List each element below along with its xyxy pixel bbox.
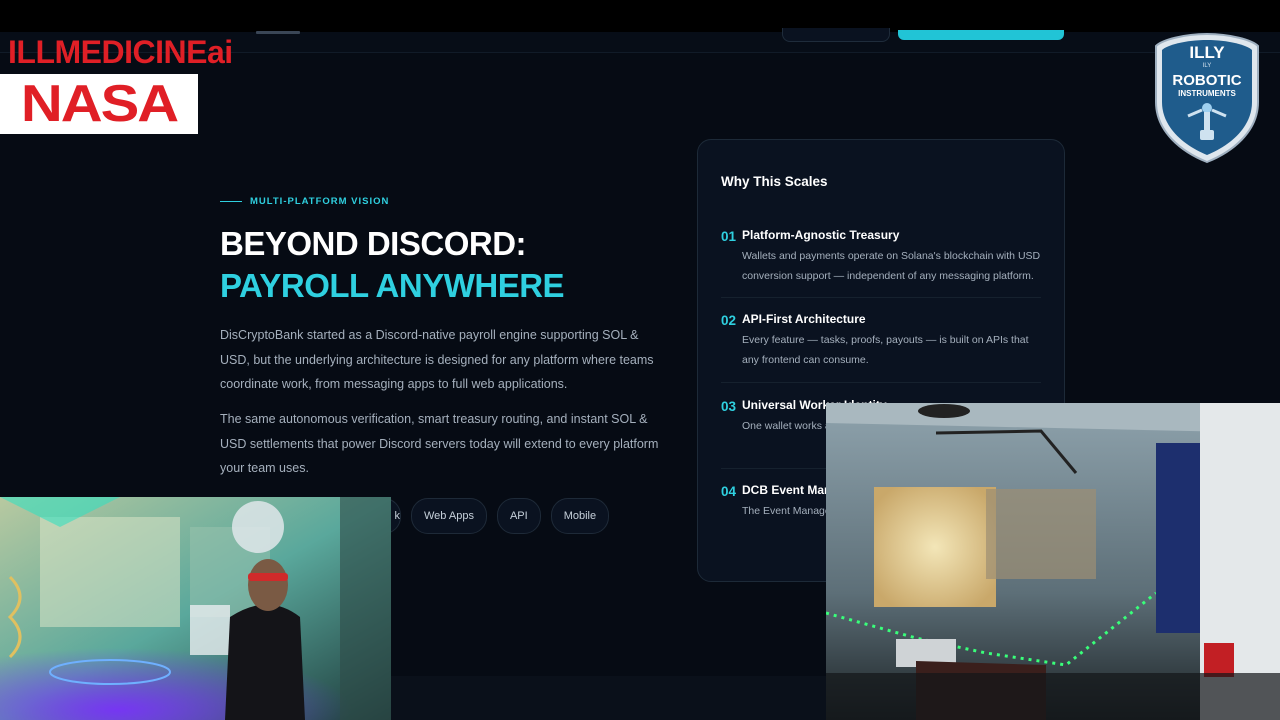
feature-number: 02 bbox=[721, 313, 737, 328]
robotic-instruments-badge: ILLY ILY ROBOTIC INSTRUMENTS bbox=[1155, 32, 1259, 164]
eyebrow-line bbox=[220, 201, 242, 202]
feature-number: 01 bbox=[721, 229, 737, 244]
nasa-logo-text: NASA bbox=[20, 74, 179, 133]
headline-line-2: PAYROLL ANYWHERE bbox=[220, 267, 565, 304]
feature-title: Platform-Agnostic Treasury bbox=[742, 228, 900, 242]
svg-text:ROBOTIC: ROBOTIC bbox=[1172, 72, 1241, 89]
nav-primary-button[interactable] bbox=[898, 30, 1064, 40]
brand-overlay-text: ILLMEDICINEai bbox=[8, 34, 233, 70]
webcam-feed-left bbox=[0, 497, 391, 720]
feature-title: API-First Architecture bbox=[742, 312, 866, 326]
webcam-feed-right bbox=[826, 403, 1280, 720]
top-black-bar bbox=[0, 0, 1280, 32]
platform-pill-list: k Web Apps API Mobile bbox=[380, 498, 610, 534]
feature-number: 04 bbox=[721, 484, 737, 499]
feature-description: Wallets and payments operate on Solana's… bbox=[742, 250, 1041, 282]
feature-divider bbox=[721, 382, 1041, 383]
nav-secondary-button[interactable] bbox=[782, 28, 890, 42]
svg-text:INSTRUMENTS: INSTRUMENTS bbox=[1178, 89, 1236, 98]
page-bottom-band bbox=[391, 676, 827, 720]
section-eyebrow: MULTI-PLATFORM VISION bbox=[220, 196, 389, 207]
feature-title: DCB Event Mana bbox=[742, 483, 839, 497]
nav-tiny-label bbox=[256, 31, 300, 34]
intro-paragraph: DisCryptoBank started as a Discord-nativ… bbox=[220, 328, 654, 391]
nasa-logo: NASA bbox=[0, 74, 198, 134]
platform-pill-mobile[interactable]: Mobile bbox=[550, 498, 610, 534]
headline-line-1: BEYOND DISCORD: bbox=[220, 225, 527, 262]
feature-number: 03 bbox=[721, 399, 737, 414]
svg-text:ILLY: ILLY bbox=[1189, 43, 1225, 62]
svg-text:ILY: ILY bbox=[1203, 63, 1212, 69]
feature-divider bbox=[721, 297, 1041, 298]
eyebrow-label: MULTI-PLATFORM VISION bbox=[250, 196, 390, 207]
card-title: Why This Scales bbox=[721, 174, 828, 189]
platform-pill-web-apps[interactable]: Web Apps bbox=[411, 498, 487, 534]
platform-pill-api[interactable]: API bbox=[496, 498, 541, 534]
secondary-paragraph: The same autonomous verification, smart … bbox=[220, 412, 659, 475]
feature-description: Every feature — tasks, proofs, payouts —… bbox=[742, 334, 1029, 366]
